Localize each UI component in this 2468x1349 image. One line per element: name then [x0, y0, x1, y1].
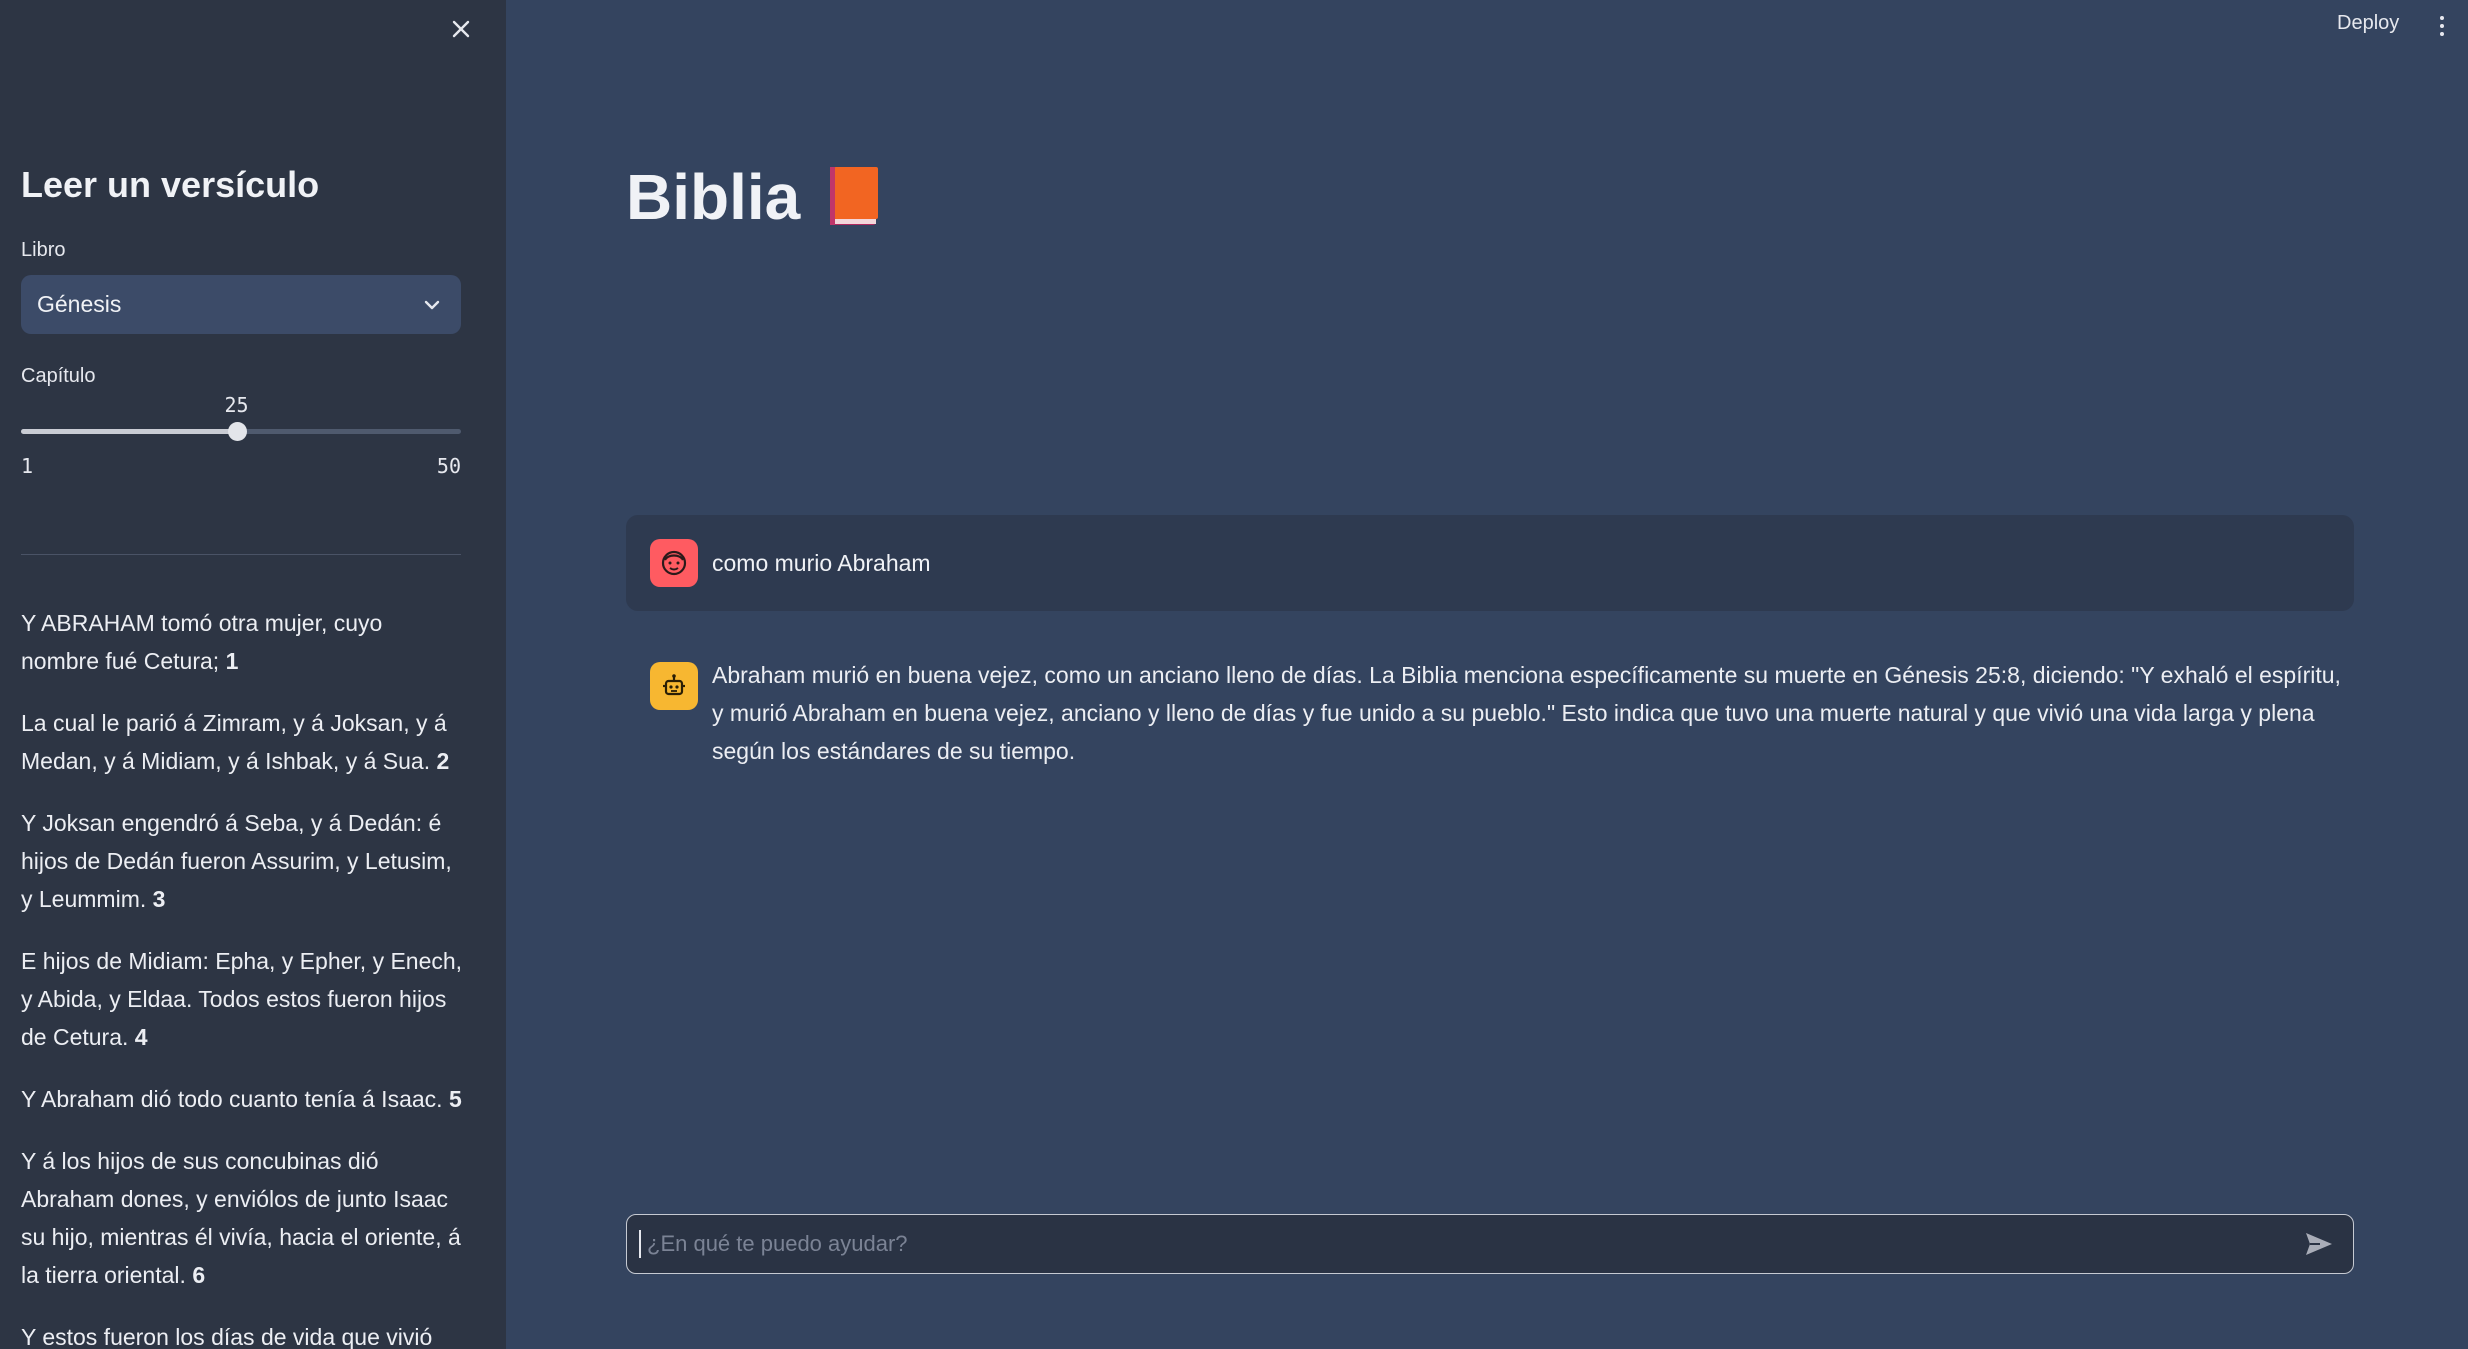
book-select-value: Génesis: [37, 291, 122, 317]
close-icon: [452, 20, 470, 38]
verse-item: Y Joksan engendró á Seba, y á Dedán: é h…: [21, 810, 452, 912]
dot: [2440, 24, 2444, 28]
close-sidebar-button[interactable]: [444, 12, 478, 46]
verse-number: 3: [152, 886, 166, 912]
verse-number: 6: [192, 1262, 206, 1288]
book-select[interactable]: Génesis: [21, 275, 461, 334]
verse-item: Y estos fueron los días de vida que vivi…: [21, 1324, 433, 1349]
assistant-avatar: [650, 662, 698, 710]
assistant-message-text: Abraham murió en buena vejez, como un an…: [712, 662, 2341, 764]
face-icon: [661, 550, 687, 576]
sidebar-divider: [21, 554, 461, 555]
robot-icon: [663, 674, 685, 696]
chapter-label: Capítulo: [21, 365, 96, 387]
chapter-slider-value: 25: [224, 393, 249, 417]
chat-message-assistant: Abraham murió en buena vejez, como un an…: [626, 656, 2354, 770]
chapter-slider-fill: [21, 429, 237, 434]
dot: [2440, 32, 2444, 36]
verse-item: Y á los hijos de sus concubinas dió Abra…: [21, 1148, 461, 1288]
page-title-text: Biblia: [626, 161, 801, 233]
vertical-dots-icon: [2440, 16, 2444, 20]
chat-input[interactable]: [639, 1230, 2299, 1258]
user-avatar: [650, 539, 698, 587]
page-title: Biblia: [626, 160, 880, 234]
main-menu-button[interactable]: [2432, 10, 2452, 42]
chevron-down-icon: [424, 300, 440, 309]
chapter-slider-min: 1: [21, 454, 34, 478]
send-button[interactable]: [2299, 1224, 2339, 1264]
verse-item: Y Abraham dió todo cuanto tenía á Isaac.…: [21, 1086, 462, 1112]
verse-item: E hijos de Midiam: Epha, y Epher, y Enec…: [21, 948, 463, 1050]
chapter-slider-max: 50: [436, 454, 461, 478]
deploy-button[interactable]: Deploy: [2337, 12, 2399, 35]
verse-item: La cual le parió á Zimram, y á Joksan, y…: [21, 710, 450, 774]
sidebar-title: Leer un versículo: [21, 164, 320, 205]
book-label: Libro: [21, 239, 66, 261]
orange-book-icon: [828, 165, 880, 229]
verse-number: 2: [436, 748, 450, 774]
verse-number: 5: [448, 1086, 462, 1112]
verse-number: 4: [134, 1024, 148, 1050]
chat-message-user: como murio Abraham: [626, 515, 2354, 611]
verse-number: 1: [225, 648, 239, 674]
chapter-slider-thumb[interactable]: [227, 422, 247, 441]
sidebar: Leer un versículo Libro Génesis Capítulo…: [0, 0, 506, 1349]
verse-list: Y ABRAHAM tomó otra mujer, cuyo nombre f…: [21, 604, 466, 1349]
chat-input-container: [626, 1214, 2354, 1274]
send-icon: [2306, 1233, 2332, 1255]
verse-item: Y ABRAHAM tomó otra mujer, cuyo nombre f…: [21, 610, 383, 674]
user-message-text: como murio Abraham: [712, 549, 931, 576]
